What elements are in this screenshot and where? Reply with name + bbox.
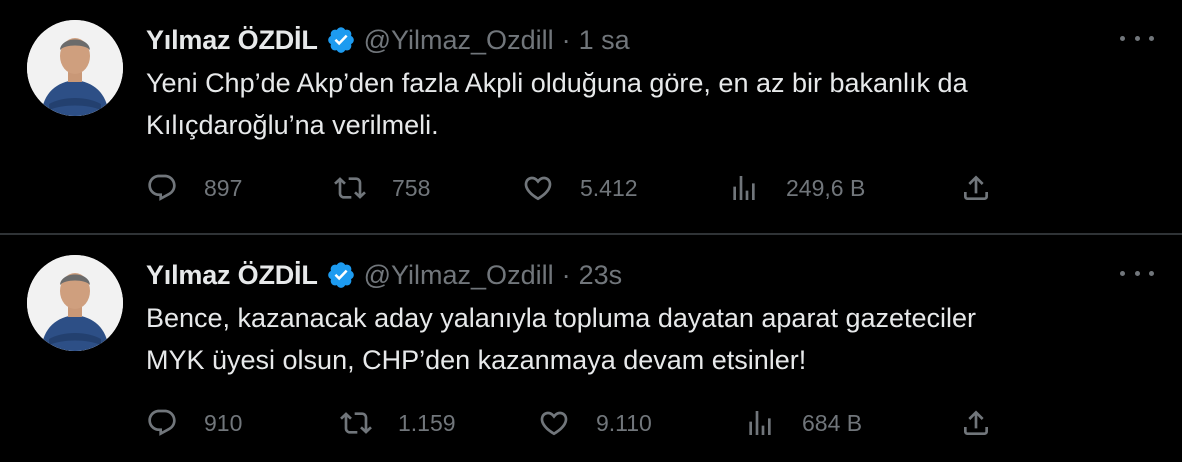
tweet-actions: 897 758 5.412 249,6 B bbox=[146, 170, 1006, 206]
tweet-timestamp[interactable]: 23s bbox=[579, 260, 623, 291]
reply-icon bbox=[146, 407, 178, 439]
views-button[interactable]: 249,6 B bbox=[728, 170, 865, 206]
share-icon bbox=[960, 172, 992, 204]
timeline: Yılmaz ÖZDİL @Yilmaz_Ozdill · 1 sa Yeni … bbox=[0, 0, 1182, 462]
separator-dot: · bbox=[561, 259, 571, 290]
views-chart-icon bbox=[728, 172, 760, 204]
avatar[interactable] bbox=[27, 20, 123, 116]
separator-dot: · bbox=[561, 24, 571, 55]
reply-count: 897 bbox=[204, 174, 243, 201]
share-button[interactable] bbox=[960, 170, 992, 206]
retweet-count: 758 bbox=[392, 174, 431, 201]
tweet-header: Yılmaz ÖZDİL @Yilmaz_Ozdill · 23s bbox=[146, 257, 622, 293]
reply-button[interactable]: 897 bbox=[146, 170, 242, 206]
tweet-text: Yeni Chp’de Akp’den fazla Akpli olduğuna… bbox=[146, 68, 968, 140]
more-options-icon[interactable] bbox=[1120, 261, 1154, 285]
heart-icon bbox=[522, 172, 554, 204]
author-handle[interactable]: @Yilmaz_Ozdill bbox=[364, 25, 554, 56]
retweet-button[interactable]: 1.159 bbox=[340, 405, 456, 441]
verified-badge-icon bbox=[326, 25, 356, 55]
author-name[interactable]: Yılmaz ÖZDİL bbox=[146, 260, 318, 291]
more-options-icon[interactable] bbox=[1120, 26, 1154, 50]
retweet-button[interactable]: 758 bbox=[334, 170, 430, 206]
views-chart-icon bbox=[744, 407, 776, 439]
tweet-header: Yılmaz ÖZDİL @Yilmaz_Ozdill · 1 sa bbox=[146, 22, 630, 58]
views-count: 249,6 B bbox=[786, 174, 866, 201]
verified-badge-icon bbox=[326, 260, 356, 290]
share-button[interactable] bbox=[960, 405, 992, 441]
views-button[interactable]: 684 B bbox=[744, 405, 862, 441]
like-count: 5.412 bbox=[580, 174, 638, 201]
reply-count: 910 bbox=[204, 409, 243, 436]
heart-icon bbox=[538, 407, 570, 439]
retweet-count: 1.159 bbox=[398, 409, 456, 436]
tweet-timestamp[interactable]: 1 sa bbox=[579, 25, 630, 56]
reply-icon bbox=[146, 172, 178, 204]
share-icon bbox=[960, 407, 992, 439]
retweet-icon bbox=[334, 172, 366, 204]
views-count: 684 B bbox=[802, 409, 863, 436]
author-name[interactable]: Yılmaz ÖZDİL bbox=[146, 25, 318, 56]
like-count: 9.110 bbox=[596, 409, 652, 436]
reply-button[interactable]: 910 bbox=[146, 405, 242, 441]
tweet[interactable]: Yılmaz ÖZDİL @Yilmaz_Ozdill · 23s Bence,… bbox=[0, 235, 1182, 462]
like-button[interactable]: 5.412 bbox=[522, 170, 638, 206]
author-handle[interactable]: @Yilmaz_Ozdill bbox=[364, 260, 554, 291]
tweet-text: Bence, kazanacak aday yalanıyla topluma … bbox=[146, 303, 977, 375]
avatar[interactable] bbox=[27, 255, 123, 351]
retweet-icon bbox=[340, 407, 372, 439]
tweet[interactable]: Yılmaz ÖZDİL @Yilmaz_Ozdill · 1 sa Yeni … bbox=[0, 0, 1182, 233]
tweet-actions: 910 1.159 9.110 684 B bbox=[146, 405, 1006, 441]
like-button[interactable]: 9.110 bbox=[538, 405, 652, 441]
